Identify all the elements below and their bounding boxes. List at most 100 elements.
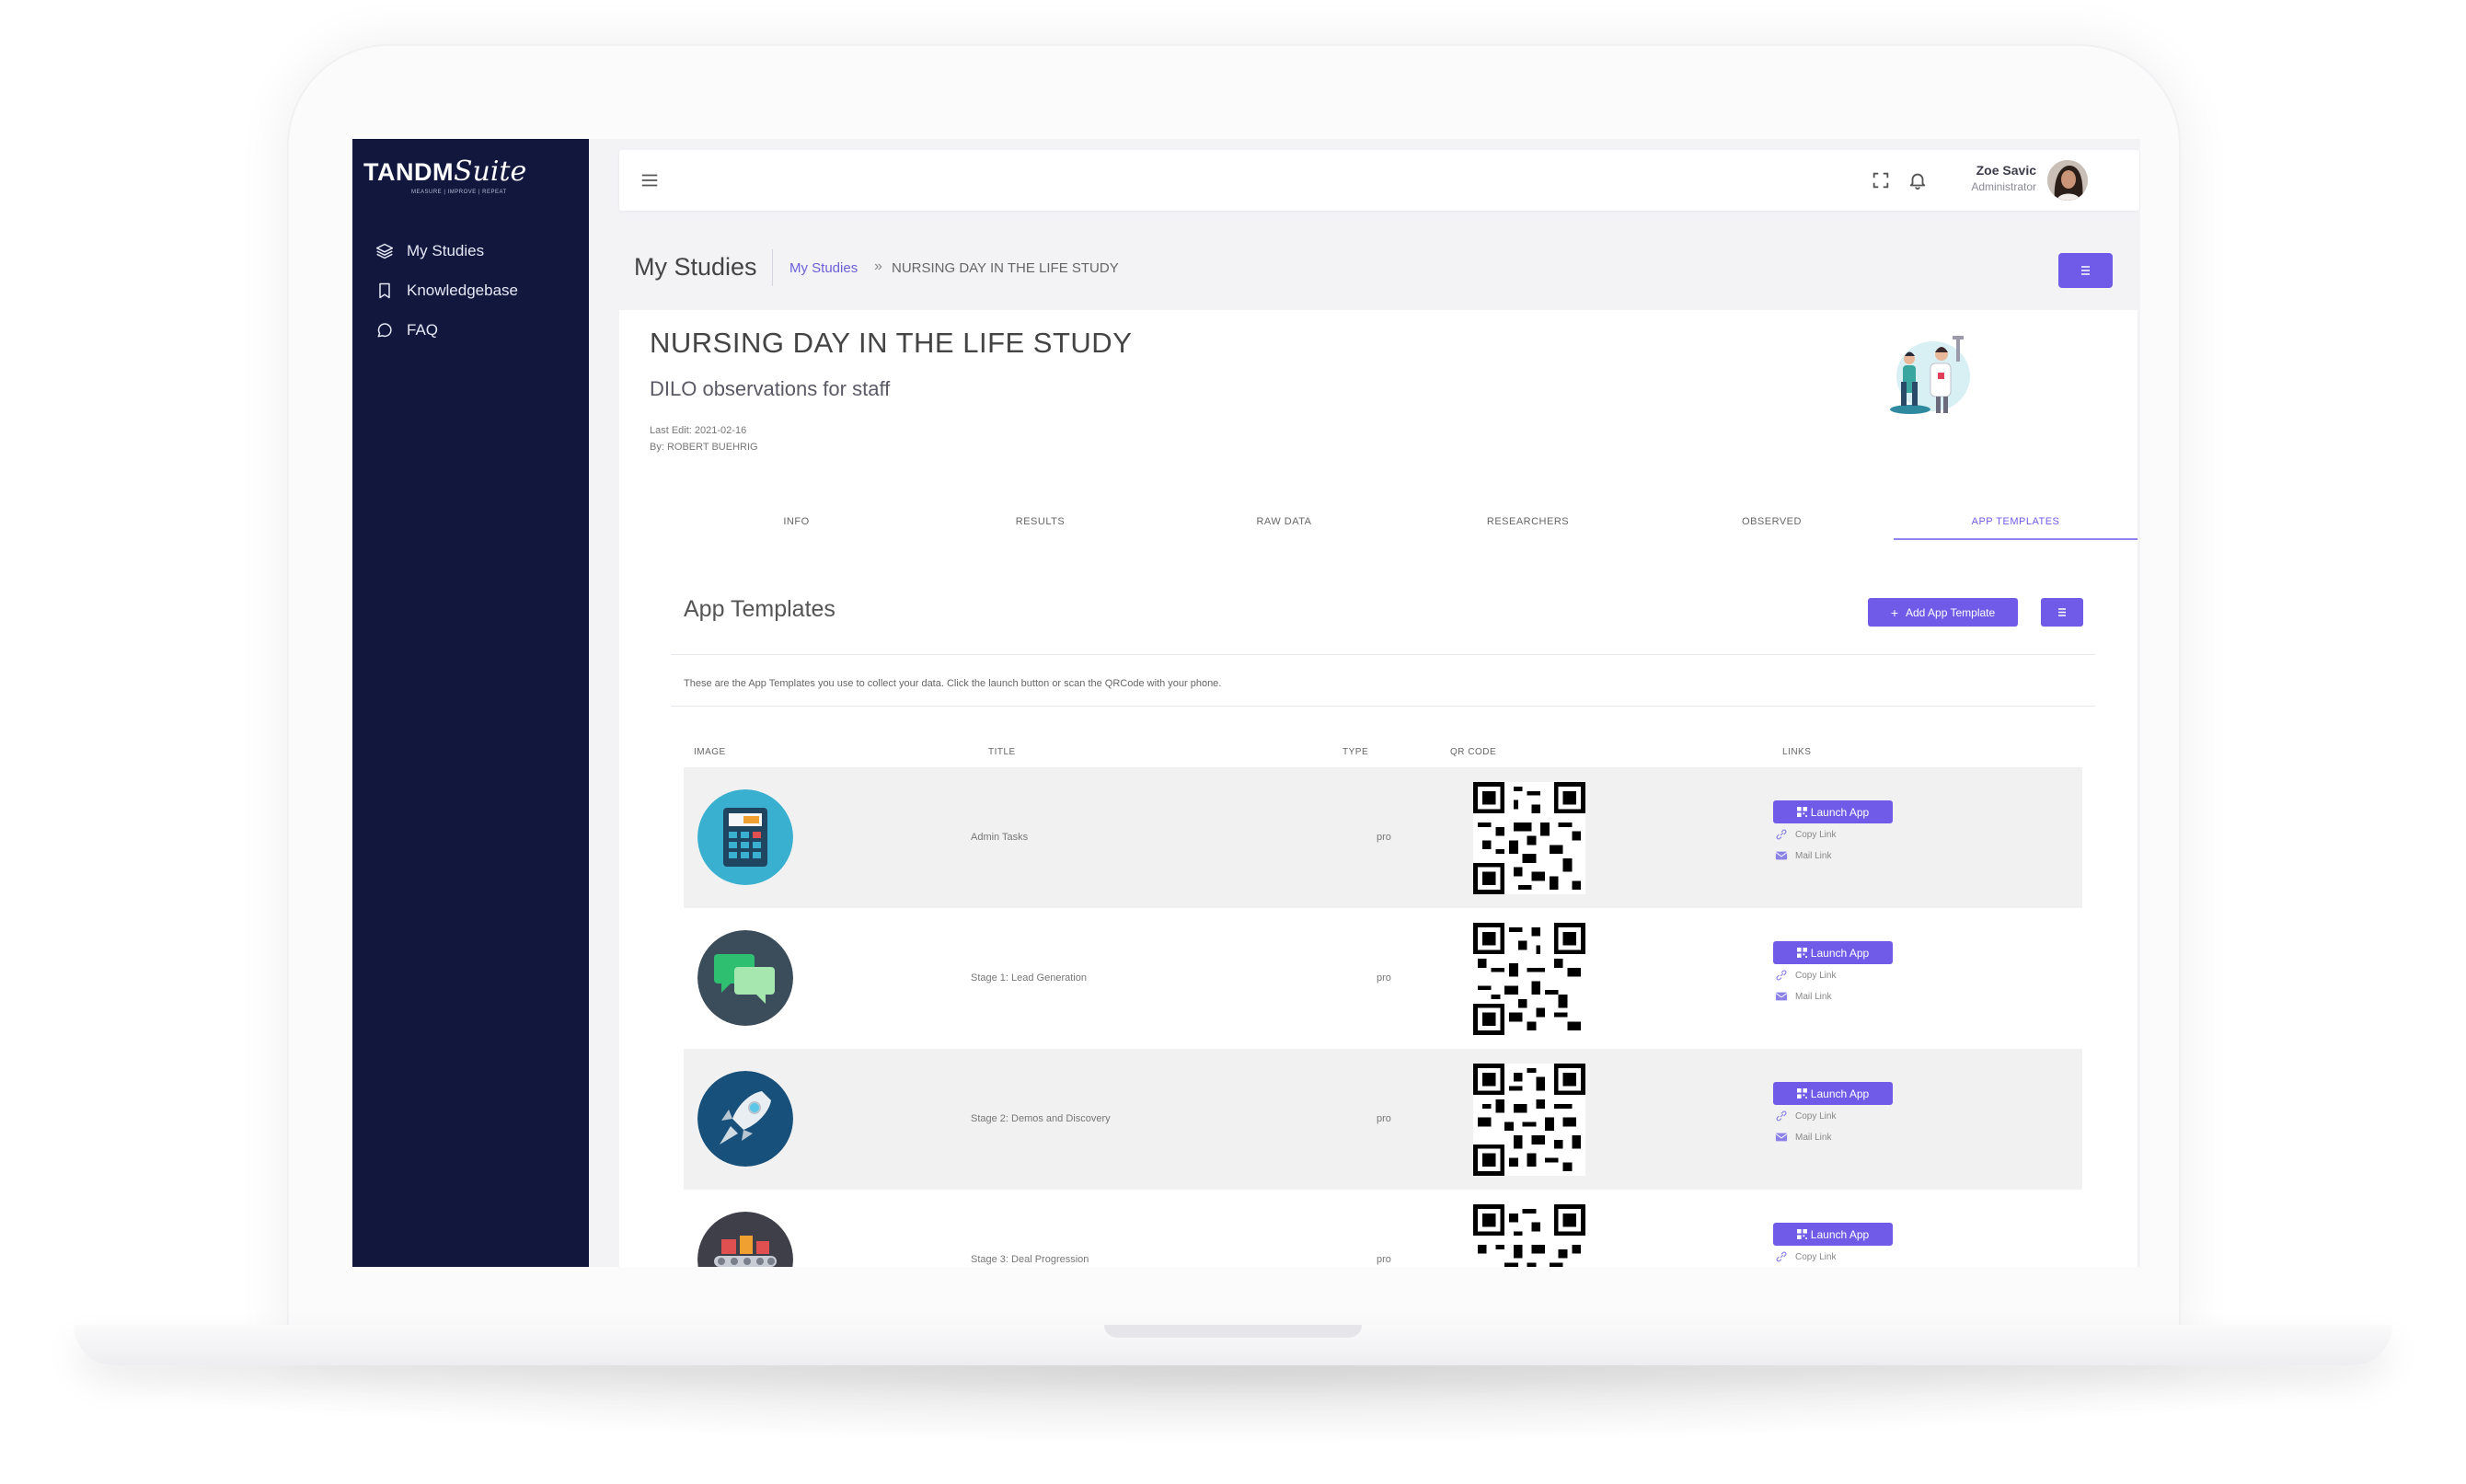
qr-code-icon[interactable] (1473, 1064, 1585, 1176)
launch-app-button[interactable]: Launch App (1773, 941, 1893, 964)
breadcrumb-link-my-studies[interactable]: My Studies (789, 260, 858, 276)
sidebar: TANDMSuite MEASURE | IMPROVE | REPEAT My… (352, 139, 589, 1267)
divider (671, 706, 2095, 707)
user-name[interactable]: Zoe Savic (1976, 163, 2036, 178)
calculator-icon (697, 789, 793, 885)
templates-menu-button[interactable] (2041, 598, 2083, 627)
mail-link[interactable]: Mail Link (1775, 1131, 1831, 1144)
launch-app-button[interactable]: Launch App (1773, 800, 1893, 823)
sidebar-item-label: Knowledgebase (407, 281, 518, 299)
copy-link-label: Copy Link (1795, 1251, 1837, 1262)
app-screen: TANDMSuite MEASURE | IMPROVE | REPEAT My… (352, 139, 2140, 1267)
copy-link-label: Copy Link (1795, 1110, 1837, 1122)
mail-icon (1775, 851, 1788, 860)
study-subtitle: DILO observations for staff (650, 377, 891, 400)
table-row: Stage 3: Deal Progression pro Launch App… (684, 1190, 2082, 1267)
link-icon (1776, 829, 1787, 840)
page-title: My Studies (634, 253, 757, 281)
launch-app-label: Launch App (1810, 1087, 1870, 1100)
tab-info[interactable]: INFO (674, 512, 918, 540)
study-tabs: INFO RESULTS RAW DATA RESEARCHERS OBSERV… (674, 512, 2138, 540)
add-app-template-button[interactable]: + Add App Template (1868, 598, 2018, 627)
launch-app-label: Launch App (1810, 1227, 1870, 1241)
user-role: Administrator (1971, 180, 2036, 193)
mail-icon (1775, 1133, 1788, 1142)
table-row: Stage 1: Lead Generation pro Launch App … (684, 908, 2082, 1049)
breadcrumb-divider (772, 249, 773, 286)
tab-results[interactable]: RESULTS (918, 512, 1162, 540)
mail-icon (1775, 992, 1788, 1001)
template-type: pro (1377, 972, 1391, 984)
study-author: By: ROBERT BUEHRIG (650, 442, 758, 453)
qr-code-icon[interactable] (1473, 782, 1585, 894)
template-title: Stage 1: Lead Generation (971, 972, 1087, 984)
plus-icon: + (1890, 604, 1898, 620)
qr-code-icon[interactable] (1473, 1204, 1585, 1267)
logo-main-text: TANDM (363, 158, 454, 186)
qr-small-icon (1796, 807, 1807, 817)
copy-link[interactable]: Copy Link (1775, 1110, 1836, 1122)
copy-link-label: Copy Link (1795, 970, 1837, 981)
layers-icon (375, 243, 394, 259)
sidebar-item-knowledgebase[interactable]: Knowledgebase (375, 270, 518, 310)
template-type: pro (1377, 1113, 1391, 1124)
link-icon (1776, 1110, 1787, 1122)
template-title: Admin Tasks (971, 832, 1029, 843)
copy-link[interactable]: Copy Link (1775, 828, 1836, 841)
template-title: Stage 3: Deal Progression (971, 1254, 1089, 1265)
study-title: NURSING DAY IN THE LIFE STUDY (650, 327, 1133, 359)
user-photo-icon (2047, 160, 2088, 201)
tab-observed[interactable]: OBSERVED (1650, 512, 1894, 540)
bookmark-icon (379, 282, 390, 298)
qr-small-icon (1796, 1088, 1807, 1099)
sidebar-item-label: My Studies (407, 241, 485, 259)
fullscreen-icon[interactable] (1871, 170, 1891, 190)
tab-raw-data[interactable]: RAW DATA (1162, 512, 1406, 540)
qr-small-icon (1796, 1229, 1807, 1239)
brand-logo[interactable]: TANDMSuite MEASURE | IMPROVE | REPEAT (363, 155, 526, 195)
launch-app-label: Launch App (1810, 946, 1870, 960)
qr-code-icon[interactable] (1473, 923, 1585, 1035)
section-title: App Templates (684, 596, 835, 622)
column-header-title: TITLE (988, 747, 1016, 757)
hamburger-menu-icon[interactable] (640, 170, 660, 190)
column-header-qr-code: QR CODE (1450, 747, 1497, 757)
mail-link-label: Mail Link (1795, 991, 1832, 1002)
mail-link-label: Mail Link (1795, 1132, 1832, 1143)
table-row: Admin Tasks pro Launch App Copy Link Mai… (684, 767, 2082, 908)
copy-link[interactable]: Copy Link (1775, 969, 1836, 982)
avatar[interactable] (2047, 160, 2088, 201)
laptop-notch (1104, 1325, 1362, 1338)
table-row: Stage 2: Demos and Discovery pro Launch … (684, 1049, 2082, 1190)
column-header-type: TYPE (1342, 747, 1369, 757)
page-menu-button[interactable] (2058, 253, 2113, 288)
mail-link[interactable]: Mail Link (1775, 990, 1831, 1003)
add-app-template-label: Add App Template (1906, 605, 1996, 619)
chat-bubbles-icon (697, 930, 793, 1026)
template-type: pro (1377, 832, 1391, 843)
sidebar-nav: My Studies Knowledgebase FAQ (375, 231, 518, 350)
mail-link[interactable]: Mail Link (1775, 849, 1831, 862)
sidebar-item-faq[interactable]: FAQ (375, 310, 518, 350)
template-title: Stage 2: Demos and Discovery (971, 1113, 1111, 1124)
medical-staff-illustration (1890, 336, 1970, 414)
section-description: These are the App Templates you use to c… (684, 678, 1222, 689)
sidebar-item-label: FAQ (407, 320, 439, 339)
breadcrumb-separator: » (874, 259, 882, 274)
divider (671, 654, 2095, 655)
rocket-icon (697, 1071, 793, 1167)
copy-link[interactable]: Copy Link (1775, 1250, 1836, 1263)
chat-bubble-icon (377, 322, 392, 337)
launch-app-button[interactable]: Launch App (1773, 1082, 1893, 1105)
tab-app-templates[interactable]: APP TEMPLATES (1894, 512, 2138, 540)
tab-researchers[interactable]: RESEARCHERS (1406, 512, 1650, 540)
logo-tagline: MEASURE | IMPROVE | REPEAT (411, 190, 507, 195)
link-icon (1776, 970, 1787, 981)
copy-link-label: Copy Link (1795, 829, 1837, 840)
launch-app-button[interactable]: Launch App (1773, 1223, 1893, 1246)
sidebar-item-my-studies[interactable]: My Studies (375, 231, 518, 270)
qr-small-icon (1796, 948, 1807, 958)
bell-icon[interactable] (1907, 170, 1928, 190)
conveyor-icon (697, 1212, 793, 1267)
study-card: NURSING DAY IN THE LIFE STUDY DILO obser… (619, 310, 2138, 1267)
